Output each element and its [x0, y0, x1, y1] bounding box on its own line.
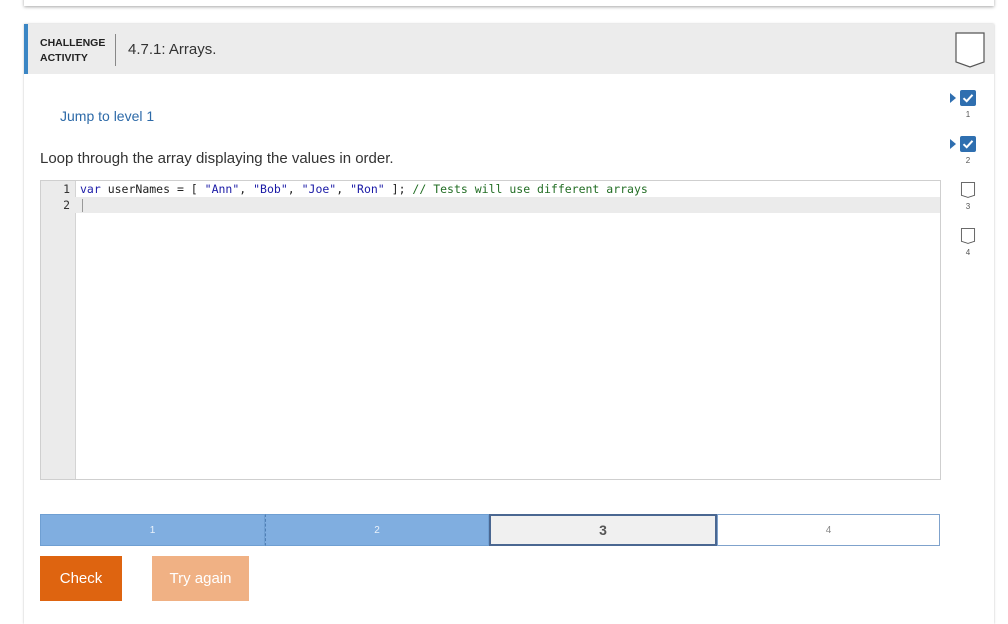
checked-level-icon	[960, 136, 976, 152]
activity-title: 4.7.1: Arrays.	[128, 41, 217, 58]
code-string: "Joe"	[301, 182, 337, 196]
try-again-button[interactable]: Try again	[152, 556, 249, 601]
level-progress-bar: 1 2 3 4	[40, 514, 940, 546]
activity-type-line1: CHALLENGE	[40, 37, 106, 49]
code-line-1[interactable]: 1 var userNames = [ "Ann", "Bob", "Joe",…	[41, 181, 940, 197]
check-button[interactable]: Check	[40, 556, 122, 601]
activity-header: CHALLENGE ACTIVITY 4.7.1: Arrays.	[24, 24, 994, 74]
code-comment: // Tests will use different arrays	[412, 182, 648, 196]
unchecked-level-icon	[960, 228, 976, 244]
line-number-gutter	[41, 181, 76, 479]
header-divider	[115, 34, 116, 66]
code-line-2[interactable]: 2	[41, 197, 940, 213]
level-number: 4	[965, 248, 971, 257]
progress-segment-1[interactable]: 1	[40, 514, 265, 546]
line-number: 2	[63, 198, 70, 212]
progress-segment-3[interactable]: 3	[489, 514, 717, 546]
completion-badge-icon	[955, 32, 985, 68]
code-text: var userNames = [ "Ann", "Bob", "Joe", "…	[80, 181, 648, 197]
code-keyword: var	[80, 182, 101, 196]
instructions-text: Loop through the array displaying the va…	[40, 150, 394, 167]
code-editor[interactable]: 1 var userNames = [ "Ann", "Bob", "Joe",…	[40, 180, 941, 480]
completed-arrow-icon	[950, 93, 956, 103]
progress-segment-4[interactable]: 4	[717, 514, 940, 546]
code-punct: ];	[384, 182, 413, 196]
level-number: 3	[965, 202, 971, 211]
code-string: "Bob"	[253, 182, 288, 196]
text-cursor	[82, 199, 83, 212]
activity-type-label: CHALLENGE ACTIVITY	[40, 36, 115, 66]
completed-arrow-icon	[950, 139, 956, 149]
code-punct: ,	[287, 182, 302, 196]
activity-type-line2: ACTIVITY	[40, 52, 88, 64]
code-punct: ,	[239, 182, 254, 196]
level-number: 1	[965, 110, 971, 119]
code-string: "Ron"	[350, 182, 385, 196]
code-identifier: userNames = [	[100, 182, 205, 196]
previous-activity-card	[24, 0, 994, 6]
code-punct: ,	[336, 182, 351, 196]
jump-to-level-link[interactable]: Jump to level 1	[60, 108, 154, 124]
level-number: 2	[965, 156, 971, 165]
progress-segment-2[interactable]: 2	[265, 514, 489, 546]
code-string: "Ann"	[204, 182, 240, 196]
checked-level-icon	[960, 90, 976, 106]
line-number: 1	[63, 182, 70, 196]
challenge-activity-card: CHALLENGE ACTIVITY 4.7.1: Arrays. Jump t…	[24, 24, 994, 624]
unchecked-level-icon	[960, 182, 976, 198]
